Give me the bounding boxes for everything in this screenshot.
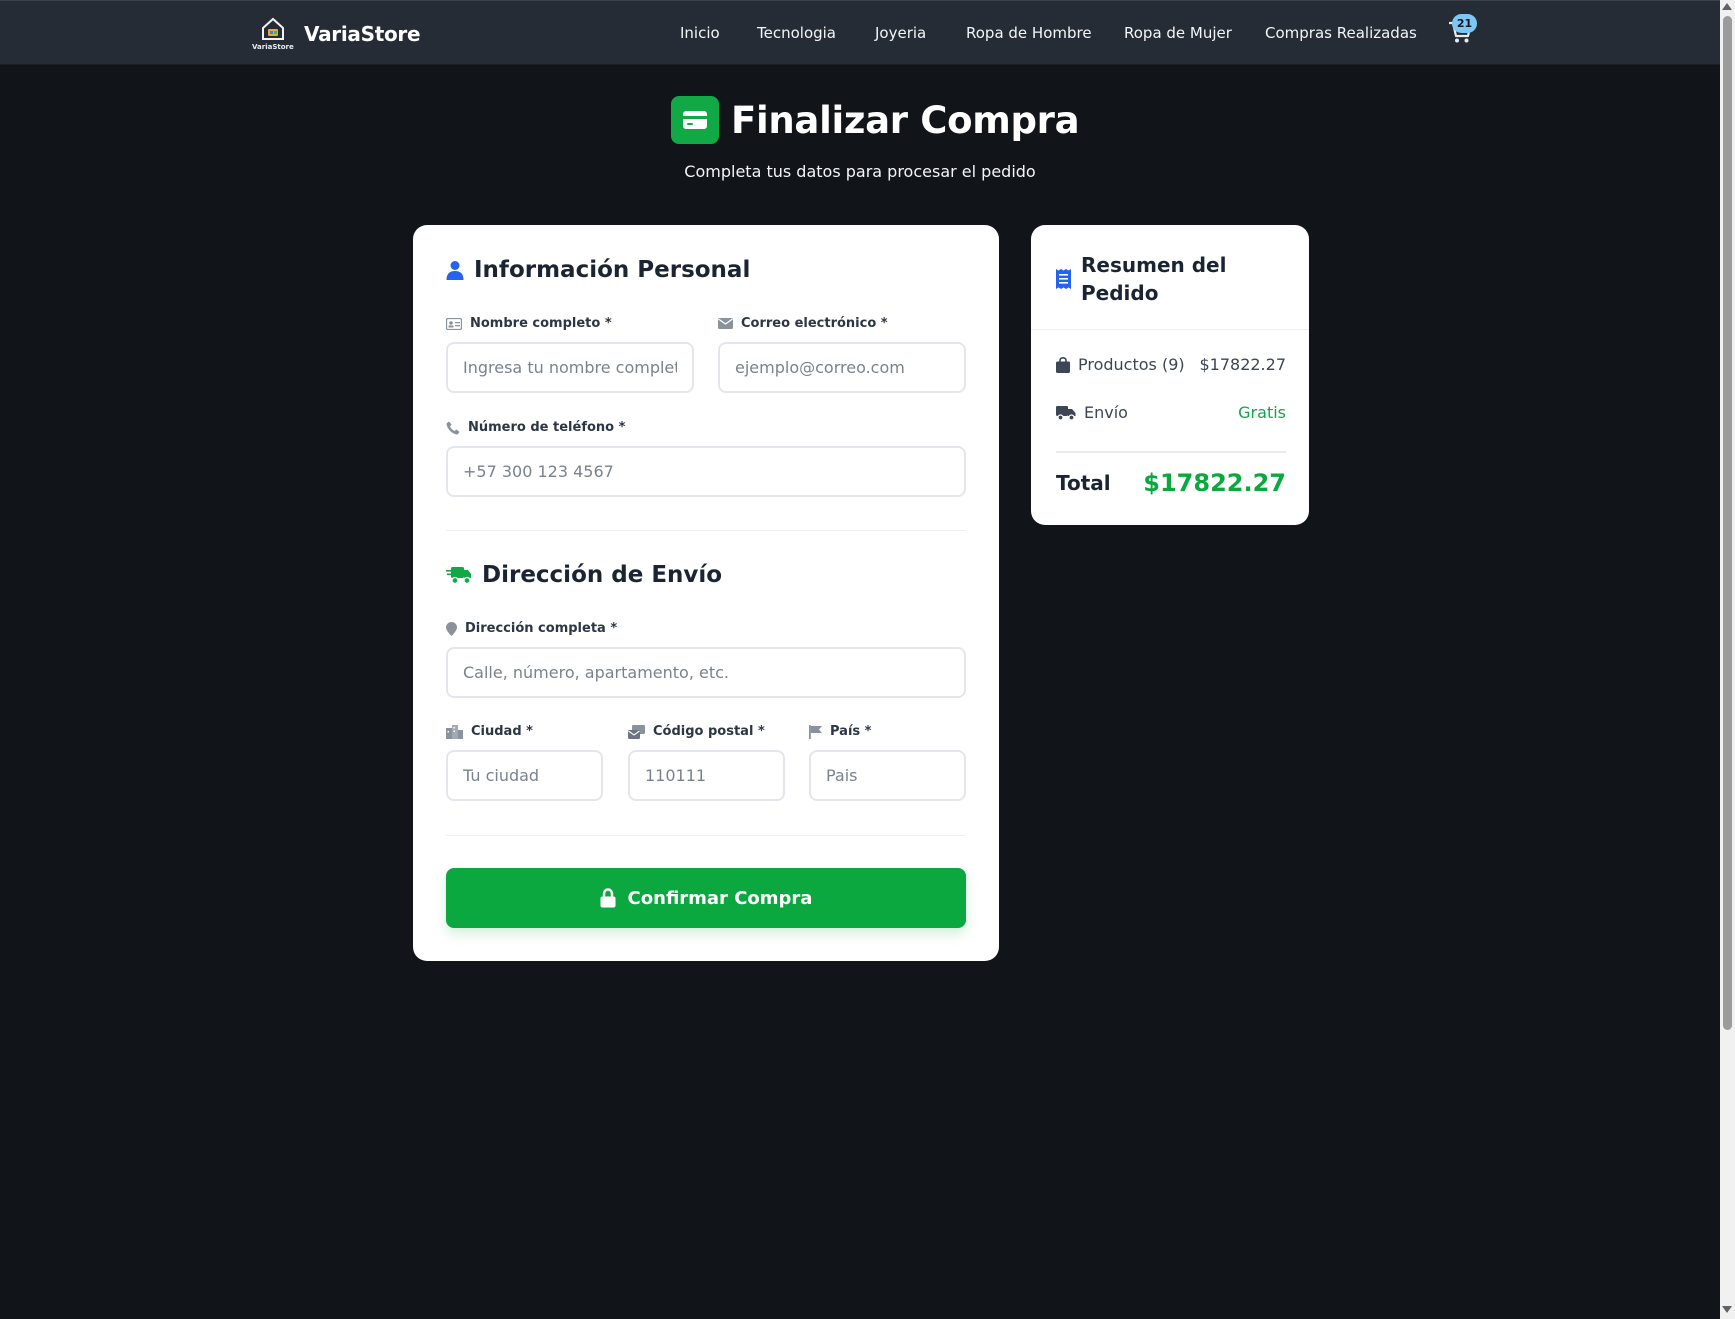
full-name-input[interactable] bbox=[446, 342, 694, 393]
page-scrollbar[interactable] bbox=[1720, 0, 1735, 1319]
brand[interactable]: VariaStore VariaStore bbox=[252, 17, 421, 51]
page-header: Finalizar Compra bbox=[671, 96, 1080, 144]
store-logo-icon: VariaStore bbox=[252, 17, 294, 51]
nav-link-joyeria[interactable]: Joyeria bbox=[875, 24, 926, 42]
nav-link-inicio[interactable]: Inicio bbox=[680, 24, 720, 42]
map-marker-icon bbox=[446, 621, 457, 636]
country-label-text: País * bbox=[830, 724, 872, 739]
shopping-bag-icon bbox=[1056, 356, 1070, 373]
name-label-text: Nombre completo * bbox=[470, 316, 612, 331]
total-value: $17822.27 bbox=[1143, 469, 1286, 497]
order-summary-header: Resumen del Pedido bbox=[1056, 251, 1231, 307]
flag-icon bbox=[809, 724, 822, 739]
postal-code-label: Código postal * bbox=[628, 724, 765, 739]
shipping-truck-icon bbox=[446, 567, 471, 585]
confirm-purchase-label: Confirmar Compra bbox=[627, 887, 813, 909]
id-card-icon bbox=[446, 317, 462, 330]
nav-link-ropa-mujer[interactable]: Ropa de Mujer bbox=[1124, 24, 1232, 42]
cart-count-badge: 21 bbox=[1452, 14, 1477, 33]
order-summary-card: Resumen del Pedido Productos (9) $17822.… bbox=[1031, 225, 1309, 525]
summary-divider bbox=[1031, 329, 1309, 330]
scroll-down-arrow-icon[interactable] bbox=[1722, 1306, 1732, 1313]
nav-link-ropa-hombre[interactable]: Ropa de Hombre bbox=[966, 24, 1092, 42]
country-label: País * bbox=[809, 724, 871, 739]
logo-text: VariaStore bbox=[252, 43, 294, 51]
total-label: Total bbox=[1056, 471, 1111, 495]
page-title: Finalizar Compra bbox=[731, 98, 1080, 142]
summary-total-row: Total $17822.27 bbox=[1056, 469, 1286, 497]
mail-bulk-icon bbox=[628, 724, 645, 739]
scrollbar-thumb[interactable] bbox=[1723, 16, 1732, 1030]
email-label-text: Correo electrónico * bbox=[741, 316, 888, 331]
scroll-up-arrow-icon[interactable] bbox=[1722, 3, 1732, 10]
navbar: VariaStore VariaStore Inicio Tecnologia … bbox=[0, 0, 1720, 65]
truck-icon bbox=[1056, 405, 1076, 421]
order-summary-title: Resumen del Pedido bbox=[1081, 253, 1227, 305]
address-label-text: Dirección completa * bbox=[465, 621, 618, 636]
section-divider bbox=[446, 530, 966, 531]
postal-code-input[interactable] bbox=[628, 750, 785, 801]
checkout-page: VariaStore VariaStore Inicio Tecnologia … bbox=[0, 0, 1735, 1319]
phone-label-text: Número de teléfono * bbox=[468, 420, 626, 435]
nav-link-compras-realizadas[interactable]: Compras Realizadas bbox=[1265, 24, 1417, 42]
phone-input[interactable] bbox=[446, 446, 966, 497]
summary-shipping-row: Envío Gratis bbox=[1056, 403, 1286, 422]
brand-name[interactable]: VariaStore bbox=[304, 22, 421, 46]
address-label: Dirección completa * bbox=[446, 621, 617, 636]
user-icon bbox=[446, 261, 464, 280]
phone-icon bbox=[446, 421, 460, 434]
total-divider bbox=[1056, 451, 1286, 453]
city-label-text: Ciudad * bbox=[471, 724, 533, 739]
confirm-purchase-button[interactable]: Confirmar Compra bbox=[446, 868, 966, 928]
section-divider bbox=[446, 835, 966, 836]
receipt-icon bbox=[1056, 269, 1071, 289]
products-subtotal: $17822.27 bbox=[1199, 355, 1286, 374]
shipping-cost-value: Gratis bbox=[1238, 403, 1286, 422]
address-input[interactable] bbox=[446, 647, 966, 698]
shipping-cost-label: Envío bbox=[1084, 403, 1128, 422]
personal-info-heading: Información Personal bbox=[446, 257, 750, 283]
email-input[interactable] bbox=[718, 342, 966, 393]
page-subtitle: Completa tus datos para procesar el pedi… bbox=[684, 162, 1036, 181]
city-icon bbox=[446, 724, 463, 739]
shipping-title: Dirección de Envío bbox=[482, 562, 723, 588]
products-count-label: Productos (9) bbox=[1078, 355, 1185, 374]
city-input[interactable] bbox=[446, 750, 603, 801]
country-input[interactable] bbox=[809, 750, 966, 801]
postal-code-label-text: Código postal * bbox=[653, 724, 765, 739]
shipping-heading: Dirección de Envío bbox=[446, 562, 722, 588]
city-label: Ciudad * bbox=[446, 724, 533, 739]
summary-products-row: Productos (9) $17822.27 bbox=[1056, 355, 1286, 374]
nav-link-tecnologia[interactable]: Tecnologia bbox=[757, 24, 836, 42]
credit-card-icon bbox=[671, 96, 719, 144]
lock-icon bbox=[600, 888, 616, 908]
email-label: Correo electrónico * bbox=[718, 316, 888, 331]
checkout-form-card: Información Personal Nombre completo * C… bbox=[413, 225, 999, 961]
phone-label: Número de teléfono * bbox=[446, 420, 625, 435]
name-label: Nombre completo * bbox=[446, 316, 612, 331]
envelope-icon bbox=[718, 318, 733, 329]
personal-info-title: Información Personal bbox=[474, 257, 751, 283]
